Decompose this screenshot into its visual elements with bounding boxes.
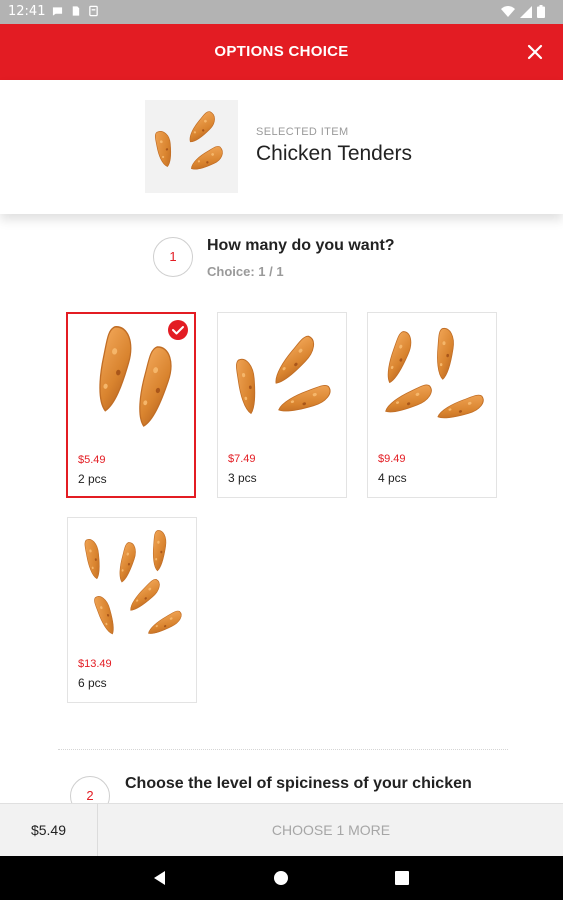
option-card-6-pcs[interactable]: $13.49 6 pcs: [67, 517, 197, 703]
option-price: $13.49: [78, 658, 112, 670]
status-time: 12:41: [8, 4, 46, 19]
option-label: 4 pcs: [378, 471, 407, 485]
option-price: $5.49: [78, 454, 106, 466]
step-1-title: How many do you want?: [207, 237, 395, 254]
chat-icon: [52, 7, 63, 16]
selected-check-icon: [168, 320, 188, 340]
tenders-image: [83, 529, 185, 638]
battery-icon: [537, 5, 545, 18]
choose-more-button[interactable]: CHOOSE 1 MORE: [99, 804, 563, 857]
selected-item-card: SELECTED ITEM Chicken Tenders: [0, 80, 563, 214]
status-bar: 12:41: [0, 0, 563, 24]
tenders-image: [91, 324, 178, 431]
option-label: 6 pcs: [78, 676, 107, 690]
signal-icon: [520, 5, 532, 18]
option-card-3-pcs[interactable]: $7.49 3 pcs: [217, 312, 347, 498]
option-price: $7.49: [228, 453, 256, 465]
section-divider: [58, 749, 508, 750]
option-label: 3 pcs: [228, 471, 257, 485]
tenders-image: [381, 327, 486, 425]
back-icon[interactable]: [150, 868, 170, 888]
storage-icon: [89, 5, 98, 17]
sim-card-icon: [72, 6, 80, 16]
step-1-choice-count: Choice: 1 / 1: [207, 264, 284, 279]
step-2-title: Choose the level of spiciness of your ch…: [125, 775, 472, 792]
selected-item-image: [145, 100, 238, 193]
option-price: $9.49: [378, 453, 406, 465]
close-icon[interactable]: [523, 40, 547, 64]
home-icon[interactable]: [271, 868, 291, 888]
wifi-icon: [501, 5, 515, 17]
option-card-4-pcs[interactable]: $9.49 4 pcs: [367, 312, 497, 498]
order-footer: $5.49 CHOOSE 1 MORE: [0, 803, 563, 857]
step-1-badge: 1: [153, 237, 193, 277]
recents-icon[interactable]: [392, 868, 412, 888]
system-nav-bar: [0, 856, 563, 900]
tenders-image: [234, 333, 334, 419]
page-title: OPTIONS CHOICE: [214, 43, 349, 60]
option-label: 2 pcs: [78, 472, 107, 486]
app-header: OPTIONS CHOICE: [0, 24, 563, 80]
option-card-2-pcs[interactable]: $5.49 2 pcs: [66, 312, 196, 498]
selected-item-label: SELECTED ITEM: [256, 126, 349, 138]
selected-item-name: Chicken Tenders: [256, 142, 413, 165]
order-total: $5.49: [0, 804, 98, 857]
